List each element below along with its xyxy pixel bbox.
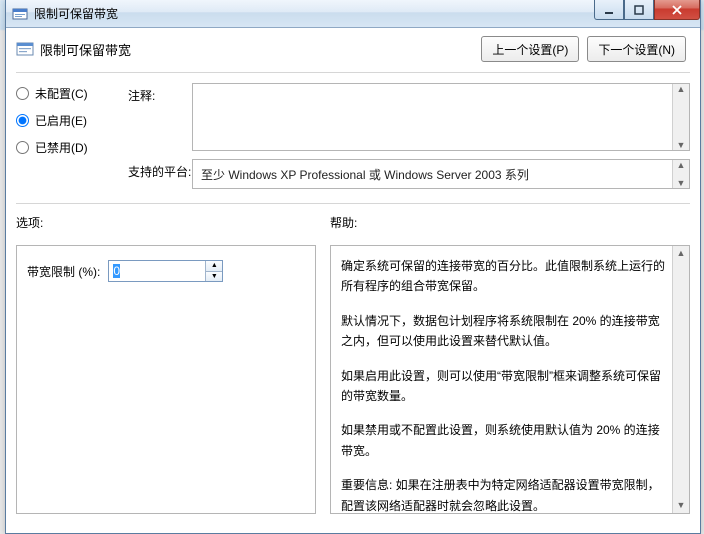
divider xyxy=(16,72,690,73)
radio-not-configured-input[interactable] xyxy=(16,87,29,100)
radio-enabled-label: 已启用(E) xyxy=(35,112,87,129)
window-title: 限制可保留带宽 xyxy=(34,5,118,22)
spinner-up-button[interactable]: ▲ xyxy=(206,261,222,272)
radio-enabled[interactable]: 已启用(E) xyxy=(16,112,128,129)
app-icon xyxy=(12,6,28,22)
platform-label: 支持的平台: xyxy=(128,159,192,180)
divider-2 xyxy=(16,203,690,204)
minimize-button[interactable] xyxy=(594,0,624,20)
options-panel: 带宽限制 (%): ▲ ▼ xyxy=(16,245,316,514)
maximize-button[interactable] xyxy=(624,0,654,20)
help-label: 帮助: xyxy=(330,214,690,231)
previous-setting-button[interactable]: 上一个设置(P) xyxy=(481,36,579,62)
help-text: 重要信息: 如果在注册表中为特定网络适配器设置带宽限制，配置该网络适配器时就会忽… xyxy=(341,475,667,514)
title-bar[interactable]: 限制可保留带宽 xyxy=(6,0,700,28)
dialog-content: 限制可保留带宽 上一个设置(P) 下一个设置(N) 未配置(C) 已启用(E) xyxy=(6,28,700,533)
supported-platform-box: 至少 Windows XP Professional 或 Windows Ser… xyxy=(192,159,690,189)
comment-textarea[interactable]: ▲▼ xyxy=(192,83,690,151)
policy-title: 限制可保留带宽 xyxy=(40,40,481,59)
help-panel: 确定系统可保留的连接带宽的百分比。此值限制系统上运行的所有程序的组合带宽保留。 … xyxy=(330,245,690,514)
radio-not-configured-label: 未配置(C) xyxy=(35,85,88,102)
bandwidth-limit-spinner[interactable]: ▲ ▼ xyxy=(108,260,223,282)
window-buttons xyxy=(594,0,700,20)
bandwidth-limit-label: 带宽限制 (%): xyxy=(27,263,100,280)
spinner-down-button[interactable]: ▼ xyxy=(206,272,222,282)
help-text: 确定系统可保留的连接带宽的百分比。此值限制系统上运行的所有程序的组合带宽保留。 xyxy=(341,256,667,297)
radio-not-configured[interactable]: 未配置(C) xyxy=(16,85,128,102)
comment-label: 注释: xyxy=(128,83,192,104)
state-radio-group: 未配置(C) 已启用(E) 已禁用(D) xyxy=(16,83,128,197)
radio-disabled-input[interactable] xyxy=(16,141,29,154)
close-button[interactable] xyxy=(654,0,700,20)
options-label: 选项: xyxy=(16,214,316,231)
dialog-header: 限制可保留带宽 上一个设置(P) 下一个设置(N) xyxy=(16,36,690,62)
radio-disabled[interactable]: 已禁用(D) xyxy=(16,139,128,156)
help-text: 如果禁用或不配置此设置，则系统使用默认值为 20% 的连接带宽。 xyxy=(341,420,667,461)
comment-scrollbar[interactable]: ▲▼ xyxy=(672,84,689,150)
help-text: 默认情况下，数据包计划程序将系统限制在 20% 的连接带宽之内，但可以使用此设置… xyxy=(341,311,667,352)
radio-disabled-label: 已禁用(D) xyxy=(35,139,88,156)
bandwidth-limit-input[interactable] xyxy=(109,261,205,281)
platform-scrollbar[interactable]: ▲▼ xyxy=(672,160,689,188)
radio-enabled-input[interactable] xyxy=(16,114,29,127)
dialog-window: 限制可保留带宽 限制可保留带宽 上一个设置(P) 下一个设置(N) 未配置(C) xyxy=(5,0,701,534)
help-text: 如果启用此设置，则可以使用“带宽限制”框来调整系统可保留的带宽数量。 xyxy=(341,366,667,407)
platform-value: 至少 Windows XP Professional 或 Windows Ser… xyxy=(201,168,529,182)
help-scrollbar[interactable]: ▲▼ xyxy=(672,246,689,513)
policy-icon xyxy=(16,40,34,58)
next-setting-button[interactable]: 下一个设置(N) xyxy=(587,36,686,62)
